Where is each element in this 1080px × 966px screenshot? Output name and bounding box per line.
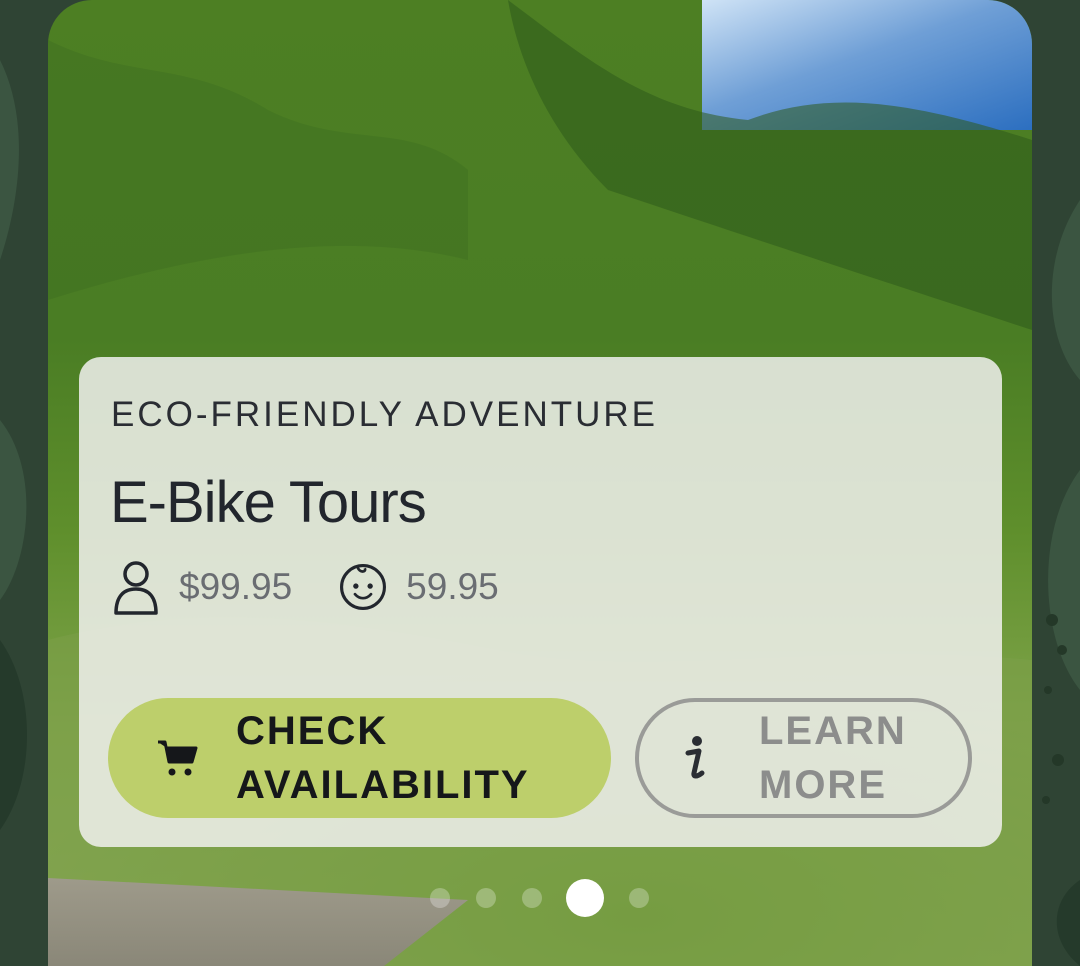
adult-price: $99.95	[179, 566, 293, 607]
info-icon	[669, 732, 721, 784]
check-availability-button[interactable]: CHECK AVAILABILITY	[108, 698, 611, 818]
carousel-dot[interactable]	[522, 888, 542, 908]
tour-title: E-Bike Tours	[110, 470, 427, 535]
carousel-dot[interactable]	[629, 888, 649, 908]
learn-more-label: LEARN MORE	[759, 709, 907, 807]
tour-info-card: ECO-FRIENDLY ADVENTURE E-Bike Tours $99.…	[79, 357, 1002, 847]
price-row: $99.95 59.95	[111, 557, 499, 617]
shopping-cart-icon	[152, 732, 204, 784]
carousel-dot-active[interactable]	[566, 879, 604, 917]
check-availability-label: CHECK AVAILABILITY	[236, 709, 530, 807]
child-face-icon	[338, 558, 388, 616]
adult-person-icon	[111, 558, 161, 616]
carousel-dot[interactable]	[476, 888, 496, 908]
child-price: 59.95	[406, 566, 499, 607]
learn-more-button[interactable]: LEARN MORE	[635, 698, 972, 818]
tour-category: ECO-FRIENDLY ADVENTURE	[111, 395, 659, 434]
carousel-indicator	[0, 878, 1080, 918]
carousel-dot[interactable]	[430, 888, 450, 908]
